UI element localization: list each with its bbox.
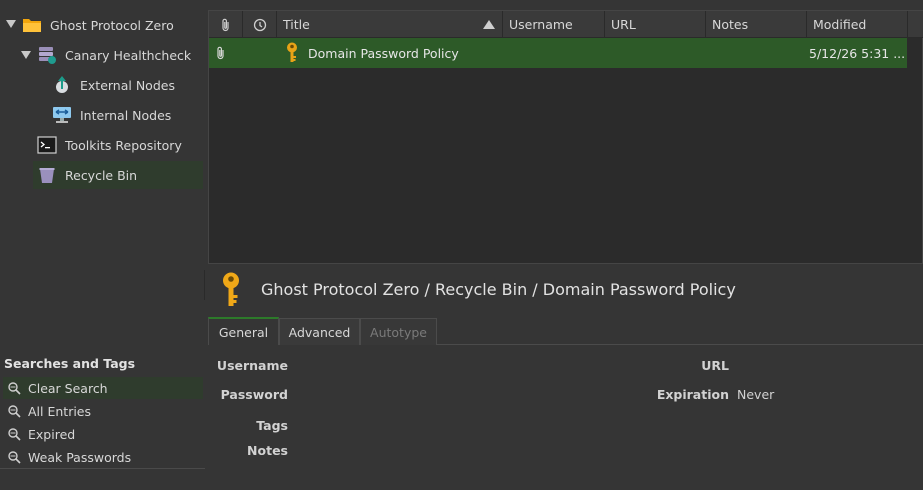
column-header-expiry[interactable] (243, 11, 277, 38)
paperclip-icon (221, 18, 229, 31)
group-root-label: Ghost Protocol Zero (50, 17, 174, 33)
expand-arrow-icon[interactable] (21, 51, 31, 59)
folder-icon (22, 15, 42, 35)
search-icon (8, 451, 21, 464)
search-item-label: Expired (28, 426, 76, 442)
group-item-label: Canary Healthcheck (65, 47, 192, 63)
group-item-external-nodes[interactable]: External Nodes (52, 71, 175, 99)
tab-general[interactable]: General (208, 317, 279, 345)
search-icon (8, 428, 21, 441)
paperclip-icon (217, 46, 224, 60)
entry-modified-cell: 5/12/26 5:31 ... (809, 45, 906, 61)
column-username-label: Username (509, 17, 573, 32)
table-row[interactable]: Domain Password Policy 5/12/26 5:31 ... (209, 38, 907, 68)
search-item-label: Weak Passwords (28, 449, 132, 465)
group-item-toolkits-repository[interactable]: Toolkits Repository (37, 131, 182, 159)
search-weak-passwords[interactable]: Weak Passwords (3, 446, 203, 468)
table-header: Title Username URL Notes Modified (209, 11, 923, 38)
group-item-label: External Nodes (80, 77, 175, 93)
notes-label: Notes (247, 443, 288, 458)
column-header-title[interactable]: Title (277, 11, 503, 38)
entry-key-icon (220, 272, 242, 311)
expiration-label: Expiration (656, 387, 729, 402)
tags-label: Tags (256, 418, 288, 433)
group-item-canary-healthcheck[interactable]: Canary Healthcheck (37, 41, 191, 69)
sort-ascending-icon (483, 20, 495, 29)
url-label: URL (701, 358, 729, 373)
column-header-attachment[interactable] (209, 11, 243, 38)
entry-key-icon (285, 38, 299, 68)
expand-arrow-icon[interactable] (6, 20, 16, 28)
search-expired[interactable]: Expired (3, 423, 203, 445)
group-item-label: Toolkits Repository (65, 137, 182, 153)
group-item-recycle-bin[interactable]: Recycle Bin (37, 161, 137, 189)
entry-path-title: Ghost Protocol Zero / Recycle Bin / Doma… (261, 280, 736, 299)
clock-icon (253, 18, 266, 31)
column-url-label: URL (611, 17, 636, 32)
search-item-label: All Entries (28, 403, 92, 419)
column-header-username[interactable]: Username (503, 11, 605, 38)
search-icon (8, 382, 21, 395)
divider (0, 468, 205, 469)
network-monitor-icon (52, 105, 72, 125)
password-label: Password (220, 387, 288, 402)
column-modified-label: Modified (813, 17, 867, 32)
expiration-value: Never (737, 387, 775, 402)
search-icon (8, 405, 21, 418)
column-header-notes[interactable]: Notes (706, 11, 807, 38)
entry-table: Title Username URL Notes Modified Domain… (208, 10, 923, 264)
attachment-cell (215, 38, 235, 68)
search-clear[interactable]: Clear Search (3, 377, 203, 399)
group-item-label: Internal Nodes (80, 107, 172, 123)
tab-label: General (218, 324, 269, 340)
tab-label: Autotype (370, 324, 427, 340)
trash-icon (37, 165, 57, 185)
search-all-entries[interactable]: All Entries (3, 400, 203, 422)
tab-label: Advanced (288, 324, 351, 340)
upload-arrow-icon (52, 75, 72, 95)
terminal-icon (37, 135, 57, 155)
group-root[interactable]: Ghost Protocol Zero (22, 11, 174, 39)
group-item-internal-nodes[interactable]: Internal Nodes (52, 101, 171, 129)
group-item-label: Recycle Bin (65, 167, 138, 183)
username-label: Username (216, 358, 288, 373)
tab-advanced[interactable]: Advanced (279, 318, 360, 345)
searches-and-tags-title: Searches and Tags (4, 356, 136, 371)
server-database-icon (37, 45, 57, 65)
search-item-label: Clear Search (28, 380, 108, 396)
column-notes-label: Notes (712, 17, 749, 32)
column-title-label: Title (283, 17, 310, 32)
column-header-modified[interactable]: Modified (807, 11, 908, 38)
entry-title-cell: Domain Password Policy (308, 45, 459, 61)
tab-autotype: Autotype (360, 318, 437, 345)
splitter (204, 270, 205, 300)
column-header-url[interactable]: URL (605, 11, 706, 38)
